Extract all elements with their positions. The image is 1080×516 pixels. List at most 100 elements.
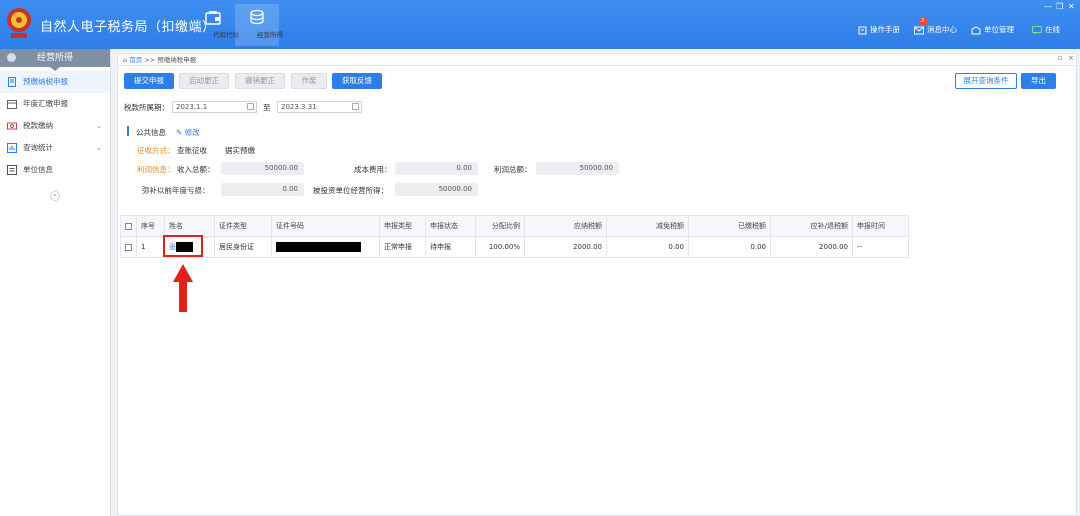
export-button[interactable]: 导出 (1021, 73, 1056, 89)
sidebar-item-annual-settlement[interactable]: 年度汇缴申报 (0, 93, 110, 115)
sidebar-collapse-button[interactable]: « (50, 191, 60, 201)
sidebar-item-label: 单位信息 (23, 165, 53, 174)
payment-icon (7, 122, 17, 130)
sidebar-item-label: 年度汇缴申报 (23, 99, 68, 108)
tab-business-income[interactable]: 经营所得 (235, 4, 283, 46)
restore-panel-icon[interactable]: ▫ (1058, 54, 1063, 62)
row-tax-reduced: 0.00 (606, 236, 689, 258)
start-correction-button[interactable]: 启动更正 (179, 73, 229, 89)
period-start-input[interactable]: 2023.1.1 (172, 101, 257, 113)
breadcrumb-current: 预缴纳税申报 (157, 56, 197, 64)
sidebar-item-unit-info[interactable]: 单位信息 (0, 159, 110, 181)
row-decl-time: -- (852, 236, 909, 258)
declaration-table: 序号 姓名 证件类型 证件号码 申报类型 申报状态 分配比例 应纳税额 减免税额… (120, 215, 909, 258)
section-accent-bar (127, 126, 129, 136)
breadcrumb-separator: >> (144, 56, 156, 64)
collection-method-detail: 据实预缴 (225, 146, 255, 155)
edit-public-info-link[interactable]: ✎ 修改 (176, 127, 200, 138)
row-index: 1 (136, 236, 165, 258)
row-ratio: 100.00% (475, 236, 525, 258)
calendar-icon (352, 103, 359, 110)
investee-income-field: 50000.00 (395, 183, 478, 196)
sidebar-header-icon (7, 53, 16, 62)
row-tax-paid: 0.00 (688, 236, 771, 258)
chart-icon (7, 143, 17, 153)
col-header: 证件号码 (271, 215, 380, 237)
void-button[interactable]: 作废 (291, 73, 327, 89)
prior-loss-field: 0.00 (221, 183, 304, 196)
main-panel: ⌂ 首页 >> 预缴纳税申报 ▫ × 提交申报 启动更正 撤销更正 作废 获取反… (117, 53, 1077, 516)
breadcrumb-home[interactable]: 首页 (129, 56, 142, 64)
building-icon (971, 25, 981, 34)
breadcrumb: ⌂ 首页 >> 预缴纳税申报 (118, 54, 1076, 66)
sidebar-item-label: 查询统计 (23, 143, 53, 152)
row-tax-payable: 2000.00 (524, 236, 607, 258)
col-header: 已缴税额 (688, 215, 771, 237)
tab-withholding[interactable]: 代扣代缴 (191, 4, 239, 46)
period-end-input[interactable]: 2023.3.31 (277, 101, 362, 113)
expand-query-button[interactable]: 展开查询条件 (955, 73, 1017, 89)
chat-bubble-icon (1032, 25, 1042, 34)
maximize-button[interactable]: ❐ (1056, 2, 1063, 11)
row-decl-type: 正常申报 (379, 236, 426, 258)
annotation-highlight-box (163, 235, 203, 257)
col-header: 应纳税额 (524, 215, 607, 237)
revenue-field: 50000.00 (221, 162, 304, 175)
row-status: 待申报 (425, 236, 476, 258)
sidebar-item-query-stats[interactable]: 查询统计 ⌄ (0, 137, 110, 159)
col-header: 申报时间 (852, 215, 909, 237)
close-button[interactable]: ✕ (1068, 2, 1075, 11)
prior-loss-label: 弥补以前年度亏损： (142, 186, 210, 195)
cancel-correction-button[interactable]: 撤销更正 (235, 73, 285, 89)
message-badge: 2 (919, 17, 927, 25)
col-header: 申报状态 (425, 215, 476, 237)
collection-method-label: 征收方式： (137, 146, 175, 155)
wallet-icon (205, 11, 221, 25)
online-status[interactable]: 在线 (1032, 24, 1060, 35)
col-header: 应补/退税额 (770, 215, 853, 237)
get-feedback-button[interactable]: 获取反馈 (332, 73, 382, 89)
cost-label: 成本费用： (354, 165, 392, 174)
edit-label: 修改 (184, 128, 200, 137)
profit-info-label: 利润信息： (137, 165, 175, 174)
select-all-checkbox[interactable] (120, 215, 137, 237)
col-header: 减免税额 (606, 215, 689, 237)
manual-link[interactable]: 操作手册 (858, 24, 900, 35)
investee-income-label: 被投资单位经营所得： (313, 186, 388, 195)
col-header: 分配比例 (475, 215, 525, 237)
message-center-link[interactable]: 2 消息中心 (914, 17, 957, 35)
chevron-down-icon: ⌄ (96, 144, 102, 152)
online-label: 在线 (1045, 25, 1060, 34)
edit-icon: ✎ (176, 128, 183, 137)
unit-management-link[interactable]: 单位管理 (971, 24, 1014, 35)
profit-total-label: 利润总额： (494, 165, 532, 174)
home-icon: ⌂ (123, 56, 128, 64)
manual-icon (858, 26, 867, 34)
minimize-button[interactable]: — (1044, 2, 1052, 11)
sidebar-item-prepay-declaration[interactable]: 预缴纳税申报 (0, 71, 110, 93)
profit-total-field: 50000.00 (536, 162, 619, 175)
row-id-type: 居民身份证 (214, 236, 272, 258)
col-header: 申报类型 (379, 215, 426, 237)
close-panel-icon[interactable]: × (1068, 54, 1074, 62)
revenue-label: 收入总额： (177, 165, 215, 174)
document-icon (8, 77, 16, 87)
public-info-title: 公共信息 (136, 128, 166, 137)
sidebar: 经营所得 预缴纳税申报 年度汇缴申报 税款缴纳 ⌄ 查询统计 ⌄ 单位信息 « (0, 49, 111, 516)
sidebar-header-label: 经营所得 (36, 53, 73, 63)
sidebar-item-label: 税款缴纳 (23, 121, 53, 130)
sidebar-header: 经营所得 (0, 49, 110, 67)
redaction-block (276, 242, 361, 252)
row-checkbox[interactable] (120, 236, 137, 258)
unit-management-label: 单位管理 (984, 25, 1014, 34)
col-header: 证件类型 (214, 215, 272, 237)
annotation-arrow-up-icon (173, 264, 193, 312)
col-header: 姓名 (164, 215, 215, 237)
period-to-label: 至 (263, 103, 271, 112)
table-header-row: 序号 姓名 证件类型 证件号码 申报类型 申报状态 分配比例 应纳税额 减免税额… (120, 215, 909, 237)
sidebar-item-label: 预缴纳税申报 (23, 77, 68, 86)
table-row[interactable]: 1 张 居民身份证 正常申报 待申报 100.00% 2000.00 0.00 … (120, 236, 909, 258)
sidebar-item-tax-payment[interactable]: 税款缴纳 ⌄ (0, 115, 110, 137)
cost-field: 0.00 (395, 162, 478, 175)
submit-declaration-button[interactable]: 提交申报 (124, 73, 174, 89)
